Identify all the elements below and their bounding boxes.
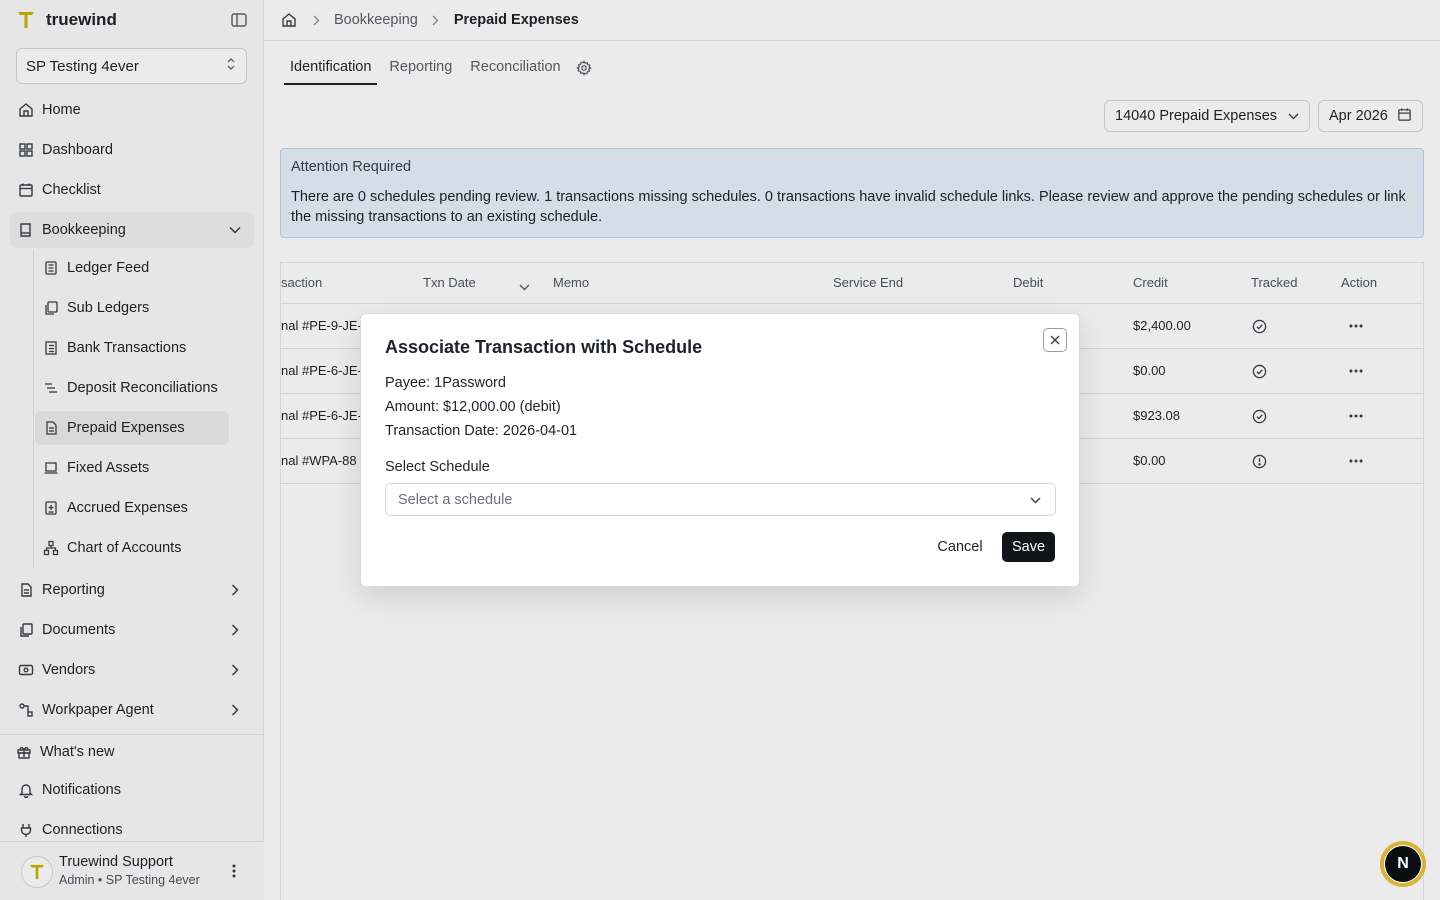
save-button[interactable]: Save xyxy=(1002,532,1055,562)
chevron-down-icon xyxy=(1030,492,1041,508)
schedule-select[interactable]: Select a schedule xyxy=(385,483,1056,516)
assistant-launcher[interactable]: N xyxy=(1380,841,1426,887)
schedule-field-label: Select Schedule xyxy=(385,459,490,475)
cancel-button[interactable]: Cancel xyxy=(927,532,993,562)
dialog-txn-date: Transaction Date: 2026-04-01 xyxy=(385,423,578,439)
dialog-title: Associate Transaction with Schedule xyxy=(385,337,703,357)
associate-schedule-dialog: Associate Transaction with Schedule Paye… xyxy=(360,313,1080,587)
dialog-payee: Payee: 1Password xyxy=(385,375,506,391)
schedule-select-placeholder: Select a schedule xyxy=(398,491,513,508)
dialog-amount: Amount: $12,000.00 (debit) xyxy=(385,399,561,415)
assistant-launcher-letter: N xyxy=(1384,845,1422,883)
close-icon[interactable] xyxy=(1043,328,1067,352)
